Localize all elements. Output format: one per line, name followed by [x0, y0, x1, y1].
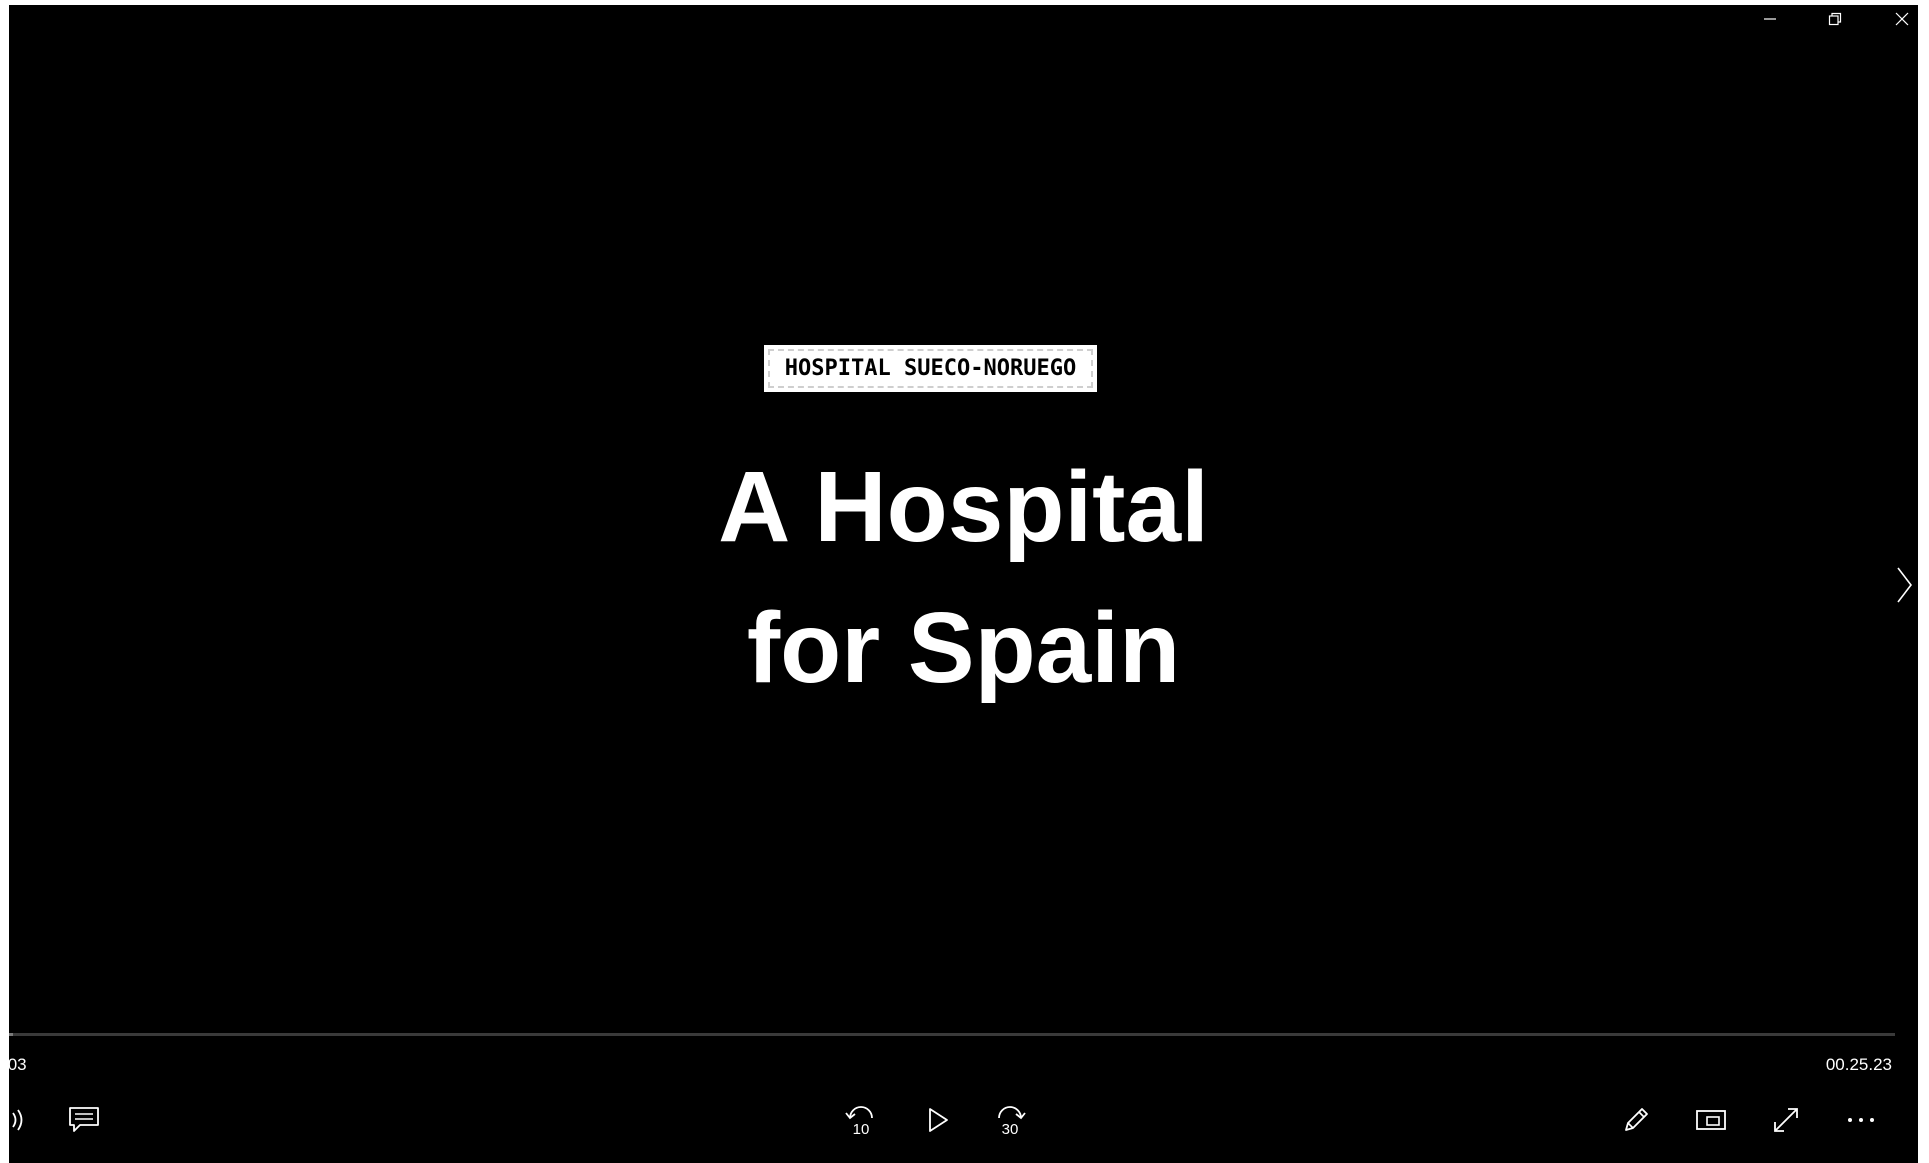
- play-icon: [929, 1108, 948, 1132]
- fullscreen-button[interactable]: [1761, 1095, 1811, 1145]
- video-title-line-1: A Hospital: [718, 451, 1209, 563]
- skip-back-label: 10: [853, 1121, 870, 1138]
- mini-view-button[interactable]: [1686, 1095, 1736, 1145]
- volume-button[interactable]: [9, 1095, 43, 1145]
- skip-back-button[interactable]: 10: [836, 1095, 886, 1145]
- skip-forward-label: 30: [1002, 1121, 1019, 1138]
- minimize-icon: [1764, 18, 1776, 20]
- edit-button[interactable]: [1611, 1095, 1661, 1145]
- skip-forward-button[interactable]: 30: [985, 1095, 1035, 1145]
- subtitles-icon: [69, 1107, 99, 1132]
- video-player[interactable]: HOSPITAL SUECO-NORUEGO A Hospital for Sp…: [9, 5, 1918, 1163]
- mini-view-icon: [1696, 1110, 1726, 1130]
- video-title-line-2: for Spain: [746, 592, 1181, 704]
- play-button[interactable]: [912, 1095, 962, 1145]
- close-icon: [1895, 12, 1909, 26]
- fullscreen-icon: [1774, 1108, 1798, 1132]
- seek-bar[interactable]: [9, 1033, 1895, 1036]
- close-button[interactable]: [1879, 5, 1918, 33]
- volume-icon: [12, 1109, 23, 1131]
- restore-icon: [1828, 12, 1842, 26]
- more-options-button[interactable]: [1836, 1095, 1886, 1145]
- chevron-right-icon: [1897, 567, 1913, 603]
- restore-button[interactable]: [1812, 5, 1858, 33]
- seek-bar-progress: [9, 1033, 13, 1036]
- minimize-button[interactable]: [1747, 5, 1793, 33]
- total-time: 00.25.23: [1825, 1055, 1892, 1074]
- pencil-icon: [1625, 1108, 1648, 1131]
- elapsed-time: .03: [9, 1055, 27, 1074]
- more-options-icon: [1848, 1118, 1874, 1122]
- hospital-stamp: HOSPITAL SUECO-NORUEGO: [764, 345, 1097, 392]
- skip-back-10-icon: 10: [845, 1106, 873, 1138]
- skip-forward-30-icon: 30: [998, 1106, 1026, 1138]
- subtitles-button[interactable]: [59, 1095, 109, 1145]
- next-button[interactable]: [1890, 560, 1918, 610]
